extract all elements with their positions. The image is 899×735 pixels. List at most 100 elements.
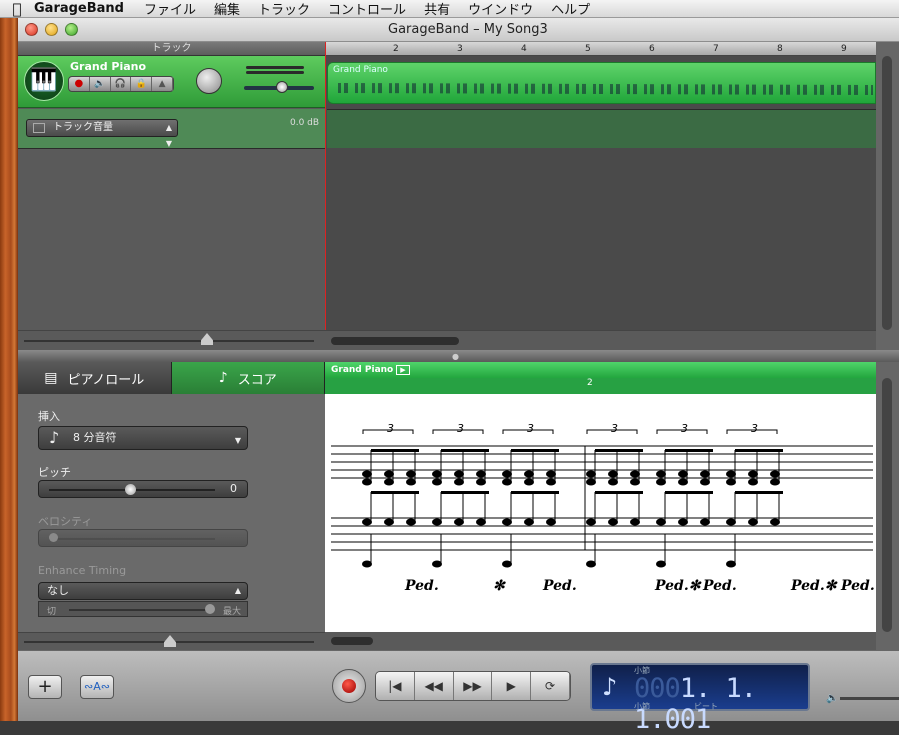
score-vertical-scrollbar[interactable] — [876, 362, 899, 650]
cycle-button[interactable]: ⟳ — [531, 672, 570, 700]
note-icon: ♪ — [218, 370, 228, 386]
editor-zoom-thumb[interactable] — [164, 635, 176, 647]
menu-app-name[interactable]: GarageBand — [34, 1, 124, 16]
automation-row: トラック音量 ▲ ▼ 0.0 dB — [18, 109, 325, 149]
level-meters — [246, 66, 304, 76]
ruler-tick: 6 — [649, 44, 655, 54]
apple-icon[interactable]:  — [0, 0, 34, 18]
automation-checkbox[interactable] — [33, 123, 45, 133]
window-titlebar: GarageBand – My Song3 — [18, 18, 899, 42]
tuplet-number: 3 — [611, 422, 618, 435]
fast-forward-button[interactable]: ▶▶ — [453, 672, 493, 700]
track-name[interactable]: Grand Piano — [70, 60, 146, 73]
record-button[interactable] — [332, 669, 366, 703]
add-track-button[interactable]: + — [28, 675, 62, 699]
lcd-bar-label-2: 小節 — [634, 702, 650, 711]
velocity-slider — [38, 529, 248, 547]
menu-control[interactable]: コントロール — [328, 0, 406, 18]
score-ruler-bar: 2 — [587, 378, 593, 388]
automation-select-label: トラック音量 — [53, 122, 113, 133]
editor-zoom-slider[interactable] — [18, 632, 325, 650]
piano-roll-icon: ▤ — [44, 370, 58, 386]
tuplet-number: 3 — [681, 422, 688, 435]
score-editor[interactable]: Grand Piano ▶ 2 𝄞 𝄢 333333 Ped.✻Ped.Ped.… — [325, 362, 876, 650]
editor-divider[interactable]: ● — [18, 350, 899, 362]
midi-region[interactable]: Grand Piano — [327, 62, 876, 104]
ruler-tick: 5 — [585, 44, 591, 54]
pan-knob[interactable] — [196, 68, 222, 94]
automation-lane[interactable] — [327, 109, 876, 148]
timeline-area[interactable]: 2 3 4 5 6 7 8 9 Grand Piano — [325, 42, 876, 350]
automation-triangle-icon[interactable]: ▲ — [152, 77, 173, 91]
pitch-slider-thumb[interactable] — [125, 484, 136, 495]
automation-select[interactable]: トラック音量 ▲ ▼ — [26, 119, 178, 148]
beam — [371, 449, 419, 452]
tuplet-number: 3 — [387, 422, 394, 435]
pitch-value: 0 — [230, 482, 237, 495]
pitch-label: ピッチ — [38, 466, 71, 479]
enhance-timing-select[interactable]: なし ▲▼ — [38, 582, 248, 611]
lock-icon[interactable]: 🔒 — [131, 77, 153, 91]
grand-piano-icon[interactable]: 🎹 — [24, 61, 64, 101]
ruler-tick: 9 — [841, 44, 847, 54]
track-volume-thumb[interactable] — [276, 81, 288, 93]
loop-browser-button[interactable]: ∾A∾ — [80, 675, 114, 699]
menu-window[interactable]: ウインドウ — [468, 0, 533, 18]
master-volume-slider[interactable] — [840, 697, 899, 700]
tab-piano-roll-label: ピアノロール — [67, 372, 145, 388]
solo-headphones-icon[interactable]: 🎧 — [111, 77, 132, 91]
lcd-display[interactable]: ♪ 小節 0001. 1. 1.001 小節 ビート — [590, 663, 810, 735]
rewind-button[interactable]: ◀◀ — [414, 672, 454, 700]
score-ruler[interactable]: 2 — [325, 378, 876, 394]
volume-db-value: 0.0 dB — [290, 118, 320, 128]
tab-score[interactable]: ♪ スコア — [171, 362, 325, 394]
wood-side-panel — [0, 18, 18, 721]
timeline-vertical-scrollbar[interactable] — [876, 42, 899, 350]
menu-file[interactable]: ファイル — [144, 0, 196, 18]
transport-bar: + ∾A∾ |◀ ◀◀ ▶▶ ▶ ⟳ ♪ 小節 0001. 1. 1.001 小… — [18, 650, 899, 735]
beam — [595, 449, 643, 452]
chevron-updown-icon: ▲▼ — [165, 123, 172, 148]
play-button[interactable]: ▶ — [492, 672, 532, 700]
pitch-slider[interactable]: 0 — [38, 480, 248, 498]
ruler-tick: 4 — [521, 44, 527, 54]
strength-min-label: 切 — [47, 607, 57, 617]
beam — [665, 491, 713, 494]
tuplet-number: 3 — [751, 422, 758, 435]
beam — [441, 491, 489, 494]
pedal-mark: Ped. — [840, 578, 875, 594]
score-horizontal-scrollbar[interactable] — [325, 632, 876, 650]
velocity-label: ベロシティ — [38, 515, 93, 528]
track-zoom-slider[interactable] — [18, 330, 325, 350]
menu-share[interactable]: 共有 — [424, 0, 450, 18]
timeline-ruler[interactable]: 2 3 4 5 6 7 8 9 — [325, 42, 876, 56]
insert-note-select[interactable]: ♪ 8 分音符 ▼ — [38, 426, 248, 450]
chevron-down-icon: ▼ — [234, 436, 241, 445]
pedal-mark: Ped. — [404, 578, 439, 594]
score-notation[interactable]: 𝄞 𝄢 333333 Ped.✻Ped.Ped.✻Ped.Ped.✻Ped. — [325, 394, 876, 632]
enhance-timing-value: なし — [47, 584, 69, 597]
track-buttons: ● 🔈 🎧 🔒 ▲ — [68, 76, 174, 92]
menu-edit[interactable]: 編集 — [214, 0, 240, 18]
mute-icon[interactable]: 🔈 — [90, 77, 111, 91]
beam — [511, 491, 559, 494]
beam — [735, 491, 783, 494]
record-enable-icon[interactable]: ● — [69, 77, 90, 91]
go-to-start-button[interactable]: |◀ — [376, 672, 415, 700]
editor-inspector: ▤ ピアノロール ♪ スコア 挿入 ♪ 8 分音符 ▼ ピッチ 0 ベロシティ … — [18, 362, 325, 650]
track-row-grand-piano[interactable]: 🎹 Grand Piano ● 🔈 🎧 🔒 ▲ — [18, 56, 325, 108]
menu-help[interactable]: ヘルプ — [551, 0, 590, 18]
pedal-mark: Ped.✻ — [654, 578, 702, 594]
score-region-name: Grand Piano — [331, 365, 394, 375]
region-notes — [338, 83, 873, 95]
zoom-slider-thumb[interactable] — [201, 333, 213, 345]
menu-track[interactable]: トラック — [258, 0, 310, 18]
timeline-horizontal-scrollbar[interactable] — [325, 330, 876, 350]
beam — [511, 449, 559, 452]
note-icon[interactable]: ♪ — [602, 673, 617, 701]
menu-bar:  GarageBand ファイル 編集 トラック コントロール 共有 ウインド… — [0, 0, 899, 18]
play-region-icon[interactable]: ▶ — [396, 365, 410, 375]
playhead[interactable] — [325, 42, 326, 350]
beam — [595, 491, 643, 494]
tab-piano-roll[interactable]: ▤ ピアノロール — [18, 362, 172, 394]
